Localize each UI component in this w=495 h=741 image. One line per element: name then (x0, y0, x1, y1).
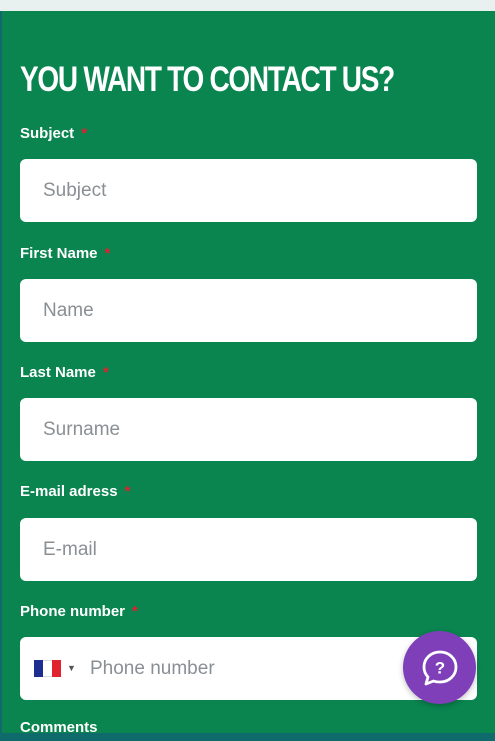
email-label-text: E-mail adress (20, 483, 118, 500)
required-mark: * (102, 364, 109, 381)
top-strip (0, 0, 495, 11)
last-name-label-text: Last Name (20, 364, 96, 381)
frame-left-border (0, 11, 2, 741)
first-name-label-text: First Name (20, 245, 98, 262)
subject-input[interactable] (20, 159, 477, 222)
phone-input[interactable] (90, 637, 410, 700)
flag-white-band (43, 660, 52, 677)
subject-label-text: Subject (20, 125, 75, 142)
country-dropdown-caret-icon[interactable]: ▼ (67, 662, 76, 674)
required-mark: * (104, 245, 111, 262)
frame-bottom-border (0, 733, 495, 741)
last-name-label: Last Name * (20, 364, 109, 382)
required-mark: * (124, 483, 131, 500)
required-mark: * (81, 125, 88, 142)
phone-label: Phone number * (20, 603, 138, 621)
help-chat-button[interactable]: ? (403, 631, 476, 704)
subject-label: Subject * (20, 125, 87, 143)
first-name-input[interactable] (20, 279, 477, 342)
first-name-label: First Name * (20, 245, 110, 263)
comments-label: Comments (20, 719, 98, 733)
help-glyph: ? (434, 658, 444, 677)
last-name-input[interactable] (20, 398, 477, 461)
page-title: YOU WANT TO CONTACT US? (20, 60, 395, 99)
france-flag-icon[interactable] (34, 660, 61, 677)
email-input[interactable] (20, 518, 477, 581)
phone-label-text: Phone number (20, 603, 126, 620)
flag-red-band (52, 660, 61, 677)
flag-blue-band (34, 660, 43, 677)
email-label: E-mail adress * (20, 483, 130, 501)
required-mark: * (132, 603, 138, 620)
question-chat-icon: ? (422, 650, 457, 685)
